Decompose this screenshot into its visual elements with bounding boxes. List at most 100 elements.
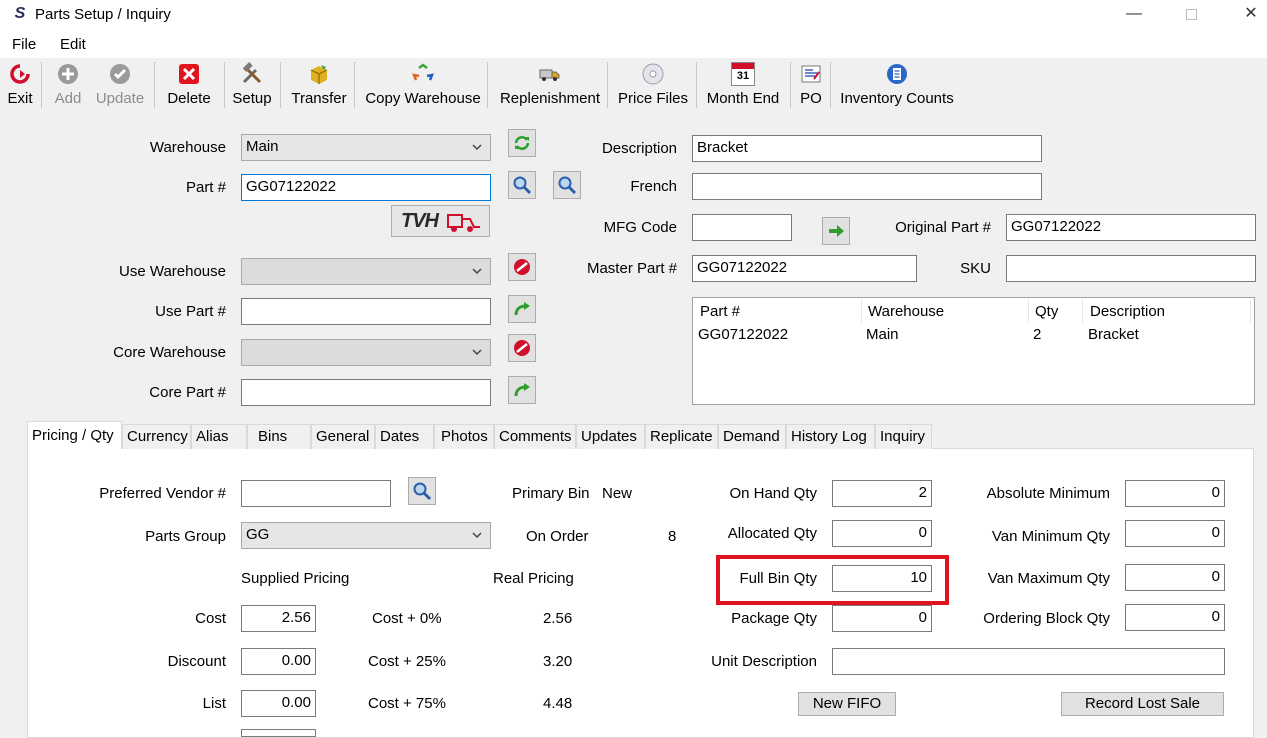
column-header-description[interactable]: Description	[1090, 303, 1165, 320]
search-vendor-button[interactable]	[408, 477, 436, 505]
on-order-value: 8	[668, 528, 677, 545]
inventory-counts-button[interactable]: Inventory Counts	[840, 62, 954, 110]
column-header-warehouse[interactable]: Warehouse	[868, 303, 944, 320]
search-part-button[interactable]	[508, 171, 536, 199]
discount-input[interactable]: 0.00	[241, 648, 316, 675]
next-price-input[interactable]	[241, 729, 316, 737]
column-header-part[interactable]: Part #	[700, 303, 740, 320]
magnifier-icon	[413, 482, 432, 501]
tab-dates[interactable]: Dates	[375, 424, 434, 449]
transfer-button[interactable]: Transfer	[290, 62, 348, 110]
cost-75-label: Cost + 75%	[368, 695, 446, 712]
price-files-button[interactable]: Price Files	[617, 62, 689, 110]
tab-inquiry[interactable]: Inquiry	[875, 424, 932, 449]
allocated-qty-input[interactable]: 0	[832, 520, 932, 547]
maximize-icon[interactable]	[1168, 2, 1214, 28]
cost-0-value: 2.56	[543, 610, 573, 627]
menu-edit[interactable]: Edit	[60, 36, 86, 53]
cost-input[interactable]: 2.56	[241, 605, 316, 632]
replenishment-button[interactable]: Replenishment	[498, 62, 602, 110]
list-cell-description[interactable]: Bracket	[1088, 326, 1139, 343]
document-icon	[801, 65, 821, 83]
update-button[interactable]: Update	[94, 62, 146, 110]
toolbar-separator	[154, 62, 155, 108]
core-warehouse-label: Core Warehouse	[113, 344, 226, 361]
preferred-vendor-input[interactable]	[241, 480, 391, 507]
use-warehouse-select[interactable]	[241, 258, 491, 285]
magnifier-icon	[513, 176, 532, 195]
close-icon[interactable]: ✕	[1228, 2, 1267, 28]
parts-group-label: Parts Group	[145, 528, 226, 545]
checkmark-icon	[110, 64, 130, 84]
list-cell-part[interactable]: GG07122022	[698, 326, 788, 343]
add-icon	[58, 64, 78, 84]
ordering-block-qty-input[interactable]: 0	[1125, 604, 1225, 631]
core-warehouse-select[interactable]	[241, 339, 491, 366]
tab-bins[interactable]: Bins	[247, 424, 311, 449]
toolbar-separator	[696, 62, 697, 108]
menu-file[interactable]: File	[12, 36, 36, 53]
calendar-icon: 31	[731, 62, 755, 86]
exit-button[interactable]: Exit	[4, 62, 36, 110]
core-part-input[interactable]	[241, 379, 491, 406]
delete-button[interactable]: Delete	[164, 62, 214, 110]
column-header-qty[interactable]: Qty	[1035, 303, 1058, 320]
toolbar-separator	[280, 62, 281, 108]
use-part-go-button[interactable]	[508, 295, 536, 323]
clear-core-warehouse-button[interactable]	[508, 334, 536, 362]
unit-description-input[interactable]	[832, 648, 1225, 675]
list-cell-warehouse[interactable]: Main	[866, 326, 899, 343]
warehouse-select[interactable]: Main	[241, 134, 491, 161]
tab-photos[interactable]: Photos	[434, 424, 494, 449]
package-qty-input[interactable]: 0	[832, 605, 932, 632]
minimize-icon[interactable]: —	[1111, 2, 1157, 28]
record-lost-sale-button[interactable]: Record Lost Sale	[1061, 692, 1224, 716]
column-divider	[1028, 299, 1029, 323]
refresh-icon	[514, 136, 530, 150]
clear-use-warehouse-button[interactable]	[508, 253, 536, 281]
tab-general[interactable]: General	[311, 424, 375, 449]
highlight-box	[716, 555, 949, 605]
use-part-input[interactable]	[241, 298, 491, 325]
part-number-input[interactable]: GG07122022	[241, 174, 491, 201]
new-fifo-button[interactable]: New FIFO	[798, 692, 896, 716]
core-part-label: Core Part #	[149, 384, 226, 401]
original-part-input[interactable]: GG07122022	[1006, 214, 1256, 241]
tab-alias[interactable]: Alias	[191, 424, 247, 449]
tab-comments[interactable]: Comments	[494, 424, 576, 449]
exit-icon	[10, 64, 30, 84]
parts-group-select[interactable]: GG	[241, 522, 491, 549]
add-button[interactable]: Add	[50, 62, 86, 110]
sku-input[interactable]	[1006, 255, 1256, 282]
list-price-input[interactable]: 0.00	[241, 690, 316, 717]
tab-replicate[interactable]: Replicate	[645, 424, 718, 449]
toolbar-separator	[224, 62, 225, 108]
van-minimum-qty-input[interactable]: 0	[1125, 520, 1225, 547]
tvh-logo-button[interactable]: TVH	[391, 205, 490, 237]
clipboard-icon	[887, 64, 907, 84]
mfg-code-input[interactable]	[692, 214, 792, 241]
tab-currency[interactable]: Currency	[122, 424, 191, 449]
mfg-code-go-button[interactable]	[822, 217, 850, 245]
tab-demand[interactable]: Demand	[718, 424, 786, 449]
list-cell-qty[interactable]: 2	[1033, 326, 1041, 343]
french-input[interactable]	[692, 173, 1042, 200]
refresh-button[interactable]	[508, 129, 536, 157]
tab-updates[interactable]: Updates	[576, 424, 645, 449]
tab-history-log[interactable]: History Log	[786, 424, 875, 449]
po-button[interactable]: PO	[797, 62, 825, 110]
core-part-go-button[interactable]	[508, 376, 536, 404]
column-divider	[1082, 299, 1083, 323]
description-input[interactable]: Bracket	[692, 135, 1042, 162]
parts-list[interactable]	[692, 297, 1255, 405]
master-part-input[interactable]: GG07122022	[692, 255, 917, 282]
month-end-button[interactable]: 31 Month End	[704, 62, 782, 110]
absolute-minimum-input[interactable]: 0	[1125, 480, 1225, 507]
copy-warehouse-button[interactable]: Copy Warehouse	[364, 62, 482, 110]
van-maximum-qty-input[interactable]: 0	[1125, 564, 1225, 591]
on-hand-qty-input[interactable]: 2	[832, 480, 932, 507]
delete-icon	[179, 64, 199, 84]
tab-pricing-qty[interactable]: Pricing / Qty	[27, 421, 122, 449]
setup-button[interactable]: Setup	[231, 62, 273, 110]
chevron-down-icon	[472, 144, 482, 151]
